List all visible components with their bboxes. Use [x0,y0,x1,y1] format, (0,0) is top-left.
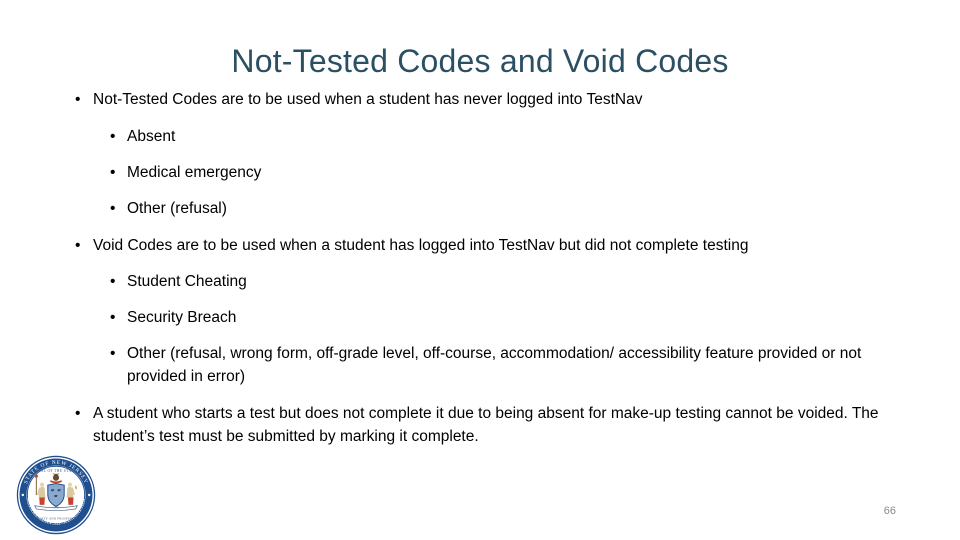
bullet-item: • Absent [0,125,960,148]
bullet-item: • Medical emergency [0,161,960,184]
svg-text:LIBERTY AND PROSPERITY: LIBERTY AND PROSPERITY [34,517,79,521]
nj-doe-seal-icon: STATE OF NEW JERSEY DEPARTMENT OF EDUCAT… [15,454,97,536]
bullet-marker: • [75,237,81,254]
bullet-item: • A student who starts a test but does n… [0,402,960,448]
bullet-item: • Other (refusal) [0,197,960,220]
bullet-text: Security Breach [127,309,237,326]
bullet-text: Student Cheating [127,273,247,290]
bullet-text: Other (refusal) [127,200,227,217]
slide: Not-Tested Codes and Void Codes • Not-Te… [0,0,960,540]
bullet-text: Not-Tested Codes are to be used when a s… [93,91,643,108]
page-title: Not-Tested Codes and Void Codes [231,43,729,79]
slide-body: • Not-Tested Codes are to be used when a… [0,88,960,461]
page-number: 66 [883,505,896,517]
bullet-text: A student who starts a test but does not… [93,405,879,445]
bullet-marker: • [110,128,116,145]
bullet-text: Other (refusal, wrong form, off-grade le… [127,345,862,385]
bullet-marker: • [110,164,116,181]
bullet-item: • Security Breach [0,306,960,329]
bullet-item: • Other (refusal, wrong form, off-grade … [0,342,960,388]
bullet-marker: • [110,345,116,362]
bullet-marker: • [110,273,116,290]
svg-text:1776: 1776 [53,506,59,509]
bullet-item: • Void Codes are to be used when a stude… [0,234,960,257]
bullet-marker: • [75,405,81,422]
bullet-item: • Student Cheating [0,270,960,293]
bullet-marker: • [110,309,116,326]
bullet-marker: • [110,200,116,217]
bullet-text: Medical emergency [127,164,262,181]
bullet-text: Void Codes are to be used when a student… [93,237,749,254]
bullet-item: • Not-Tested Codes are to be used when a… [0,88,960,111]
svg-text:SEAL OF THE STATE: SEAL OF THE STATE [36,469,77,473]
bullet-text: Absent [127,128,176,145]
bullet-marker: • [75,91,81,108]
